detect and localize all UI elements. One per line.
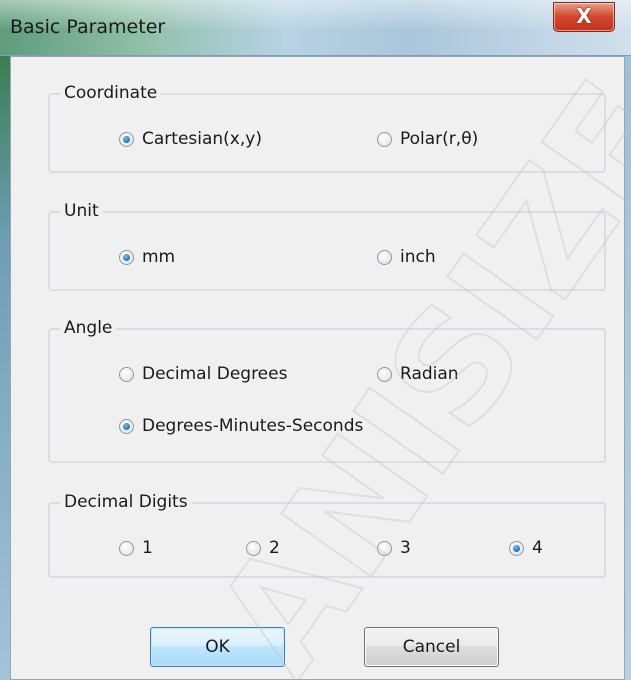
coordinate-group: Coordinate Cartesian(x,y) Polar(r,θ) xyxy=(48,82,606,173)
close-icon: X xyxy=(576,4,592,28)
radio-button-unchecked[interactable] xyxy=(377,249,392,265)
radio-radian[interactable]: Radian xyxy=(377,362,459,386)
radio-polar[interactable]: Polar(r,θ) xyxy=(377,127,478,151)
angle-group-label: Angle xyxy=(60,317,117,339)
basic-parameter-dialog: Basic Parameter X Coordinate Cartesian(x… xyxy=(0,0,631,680)
coordinate-group-label: Coordinate xyxy=(60,82,162,104)
radio-button-unchecked[interactable] xyxy=(377,131,392,147)
window-title: Basic Parameter xyxy=(10,16,166,38)
window-frame-left xyxy=(0,56,10,680)
close-button[interactable]: X xyxy=(553,2,615,32)
radio-button-checked[interactable] xyxy=(119,418,134,434)
radio-label-digits-4: 4 xyxy=(532,538,543,558)
radio-mm[interactable]: mm xyxy=(119,245,175,269)
radio-label-digits-2: 2 xyxy=(269,538,280,558)
radio-button-checked[interactable] xyxy=(119,249,134,265)
radio-digits-3[interactable]: 3 xyxy=(377,536,411,560)
radio-digits-1[interactable]: 1 xyxy=(119,536,153,560)
radio-digits-4[interactable]: 4 xyxy=(509,536,543,560)
radio-button-checked[interactable] xyxy=(119,131,134,147)
radio-button-unchecked[interactable] xyxy=(119,366,134,382)
unit-group-label: Unit xyxy=(60,200,103,222)
radio-label-polar: Polar(r,θ) xyxy=(400,129,479,149)
dialog-body: Coordinate Cartesian(x,y) Polar(r,θ) Uni… xyxy=(10,56,625,680)
angle-group: Angle Decimal Degrees Radian Degrees-Min… xyxy=(48,317,606,463)
radio-degrees-minutes-seconds[interactable]: Degrees-Minutes-Seconds xyxy=(119,414,363,438)
radio-inch[interactable]: inch xyxy=(377,245,436,269)
radio-label-decimal-degrees: Decimal Degrees xyxy=(142,364,288,384)
radio-button-unchecked[interactable] xyxy=(377,540,392,556)
radio-digits-2[interactable]: 2 xyxy=(246,536,280,560)
radio-label-inch: inch xyxy=(400,247,436,267)
radio-cartesian[interactable]: Cartesian(x,y) xyxy=(119,127,262,151)
radio-button-checked[interactable] xyxy=(509,540,524,556)
radio-label-cartesian: Cartesian(x,y) xyxy=(142,129,262,149)
radio-label-dms: Degrees-Minutes-Seconds xyxy=(142,416,364,436)
radio-label-mm: mm xyxy=(142,247,176,267)
radio-label-radian: Radian xyxy=(400,364,459,384)
radio-decimal-degrees[interactable]: Decimal Degrees xyxy=(119,362,287,386)
ok-button[interactable]: OK xyxy=(150,627,285,667)
unit-group: Unit mm inch xyxy=(48,200,606,291)
title-bar[interactable]: Basic Parameter X xyxy=(0,0,631,56)
radio-button-unchecked[interactable] xyxy=(119,540,134,556)
radio-label-digits-3: 3 xyxy=(400,538,411,558)
radio-label-digits-1: 1 xyxy=(142,538,153,558)
decimal-digits-group: Decimal Digits 1 2 3 4 xyxy=(48,491,606,578)
window-frame-right xyxy=(625,56,631,680)
decimal-digits-group-label: Decimal Digits xyxy=(60,491,192,513)
radio-button-unchecked[interactable] xyxy=(377,366,392,382)
cancel-button[interactable]: Cancel xyxy=(364,627,499,667)
radio-button-unchecked[interactable] xyxy=(246,540,261,556)
